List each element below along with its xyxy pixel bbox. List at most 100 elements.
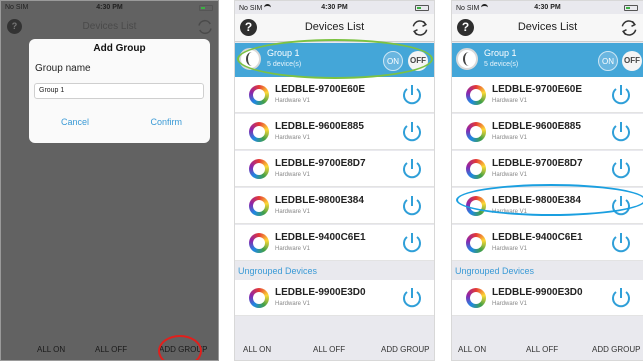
- all-off-button[interactable]: ALL OFF: [313, 345, 345, 354]
- power-icon[interactable]: [400, 83, 424, 107]
- color-wheel-icon: [249, 196, 269, 216]
- group-name-input[interactable]: Group 1: [34, 83, 204, 99]
- device-row[interactable]: LEDBLE-9700E8D7 Hardware V1: [235, 151, 434, 187]
- device-row[interactable]: LEDBLE-9700E60E Hardware V1: [235, 77, 434, 113]
- color-wheel-icon: [466, 159, 486, 179]
- group-row[interactable]: Group 1 5 device(s) ON OFF: [452, 43, 643, 77]
- color-wheel-icon: [466, 85, 486, 105]
- add-group-dialog: Add Group Group name Group 1 Cancel Conf…: [29, 39, 210, 143]
- device-hardware: Hardware V1: [275, 301, 311, 307]
- power-icon[interactable]: [609, 83, 633, 107]
- device-name: LEDBLE-9700E60E: [275, 84, 366, 95]
- all-off-button[interactable]: ALL OFF: [95, 345, 127, 354]
- device-row[interactable]: LEDBLE-9700E60E Hardware V1: [452, 77, 643, 113]
- device-row[interactable]: LEDBLE-9600E885 Hardware V1: [452, 114, 643, 150]
- ungrouped-section-label: Ungrouped Devices: [452, 263, 643, 279]
- add-group-button[interactable]: ADD GROUP: [592, 345, 640, 354]
- color-wheel-icon: [249, 122, 269, 142]
- group-icon: [456, 48, 478, 70]
- device-row[interactable]: LEDBLE-9700E8D7 Hardware V1: [452, 151, 643, 187]
- navbar-title: Devices List: [82, 21, 137, 32]
- group-row[interactable]: Group 1 5 device(s) ON OFF: [235, 43, 434, 77]
- status-bar: No SIM 4:30 PM: [1, 1, 218, 14]
- all-off-button[interactable]: ALL OFF: [526, 345, 558, 354]
- device-name: LEDBLE-9700E8D7: [492, 158, 583, 169]
- power-icon[interactable]: [609, 231, 633, 255]
- power-icon[interactable]: [609, 286, 633, 310]
- device-row[interactable]: LEDBLE-9400C6E1 Hardware V1: [235, 225, 434, 261]
- device-hardware: Hardware V1: [492, 172, 528, 178]
- group-name-label: Group name: [35, 63, 91, 74]
- battery-icon: [415, 5, 429, 11]
- power-icon[interactable]: [400, 120, 424, 144]
- group-device-count: 5 device(s): [484, 61, 519, 68]
- device-name: LEDBLE-9900E3D0: [492, 287, 583, 298]
- status-bar: No SIM 4:30 PM: [452, 1, 643, 14]
- add-group-button[interactable]: ADD GROUP: [381, 345, 429, 354]
- device-hardware: Hardware V1: [275, 246, 311, 252]
- group-off-button[interactable]: OFF: [408, 51, 428, 71]
- power-icon[interactable]: [400, 231, 424, 255]
- device-name: LEDBLE-9900E3D0: [275, 287, 366, 298]
- device-hardware: Hardware V1: [275, 172, 311, 178]
- power-icon[interactable]: [609, 157, 633, 181]
- group-on-button[interactable]: ON: [383, 51, 403, 71]
- device-hardware: Hardware V1: [275, 135, 311, 141]
- bottom-toolbar: ALL ON ALL OFF ADD GROUP: [235, 338, 434, 360]
- battery-icon: [199, 5, 213, 11]
- power-icon[interactable]: [400, 157, 424, 181]
- dimmed-navbar: ? Devices List: [1, 14, 218, 42]
- screen-devices-list-group: No SIM 4:30 PM ? Devices List Group 1 5 …: [234, 0, 435, 361]
- all-on-button[interactable]: ALL ON: [243, 345, 271, 354]
- device-hardware: Hardware V1: [492, 98, 528, 104]
- color-wheel-icon: [466, 122, 486, 142]
- power-icon[interactable]: [609, 194, 633, 218]
- device-row[interactable]: LEDBLE-9400C6E1 Hardware V1: [452, 225, 643, 261]
- color-wheel-icon: [466, 288, 486, 308]
- group-icon: [239, 48, 261, 70]
- device-name: LEDBLE-9700E60E: [492, 84, 583, 95]
- device-hardware: Hardware V1: [492, 209, 528, 215]
- device-row[interactable]: LEDBLE-9900E3D0 Hardware V1: [235, 280, 434, 316]
- navbar: ? Devices List: [452, 14, 643, 42]
- device-name: LEDBLE-9600E885: [492, 121, 581, 132]
- device-name: LEDBLE-9400C6E1: [275, 232, 366, 243]
- device-row[interactable]: LEDBLE-9900E3D0 Hardware V1: [452, 280, 643, 316]
- color-wheel-icon: [249, 288, 269, 308]
- group-device-count: 5 device(s): [267, 61, 302, 68]
- color-wheel-icon: [249, 85, 269, 105]
- power-icon[interactable]: [400, 286, 424, 310]
- navbar: ? Devices List: [235, 14, 434, 42]
- device-hardware: Hardware V1: [275, 98, 311, 104]
- color-wheel-icon: [249, 233, 269, 253]
- power-icon[interactable]: [400, 194, 424, 218]
- cancel-button[interactable]: Cancel: [61, 117, 89, 127]
- device-hardware: Hardware V1: [275, 209, 311, 215]
- group-on-button[interactable]: ON: [598, 51, 618, 71]
- device-row[interactable]: LEDBLE-9600E885 Hardware V1: [235, 114, 434, 150]
- group-off-button[interactable]: OFF: [622, 51, 642, 71]
- group-name: Group 1: [484, 48, 517, 58]
- dialog-title: Add Group: [93, 43, 146, 54]
- screen-add-group-dialog: No SIM 4:30 PM ? Devices List Add Group …: [0, 0, 219, 361]
- confirm-button[interactable]: Confirm: [150, 117, 182, 127]
- device-hardware: Hardware V1: [492, 301, 528, 307]
- device-name: LEDBLE-9700E8D7: [275, 158, 366, 169]
- device-name: LEDBLE-9400C6E1: [492, 232, 583, 243]
- device-row[interactable]: LEDBLE-9800E384 Hardware V1: [235, 188, 434, 224]
- refresh-icon[interactable]: [410, 18, 430, 38]
- battery-icon: [624, 5, 638, 11]
- navbar-title: Devices List: [517, 21, 578, 33]
- time-label: 4:30 PM: [321, 4, 348, 11]
- all-on-button[interactable]: ALL ON: [458, 345, 486, 354]
- device-row[interactable]: LEDBLE-9800E384 Hardware V1: [452, 188, 643, 224]
- device-hardware: Hardware V1: [492, 135, 528, 141]
- device-hardware: Hardware V1: [492, 246, 528, 252]
- status-bar: No SIM 4:30 PM: [235, 1, 434, 14]
- power-icon[interactable]: [609, 120, 633, 144]
- bottom-toolbar: ALL ON ALL OFF ADD GROUP: [1, 338, 218, 360]
- color-wheel-icon: [466, 233, 486, 253]
- add-group-button[interactable]: ADD GROUP: [159, 345, 207, 354]
- all-on-button[interactable]: ALL ON: [37, 345, 65, 354]
- refresh-icon[interactable]: [619, 18, 639, 38]
